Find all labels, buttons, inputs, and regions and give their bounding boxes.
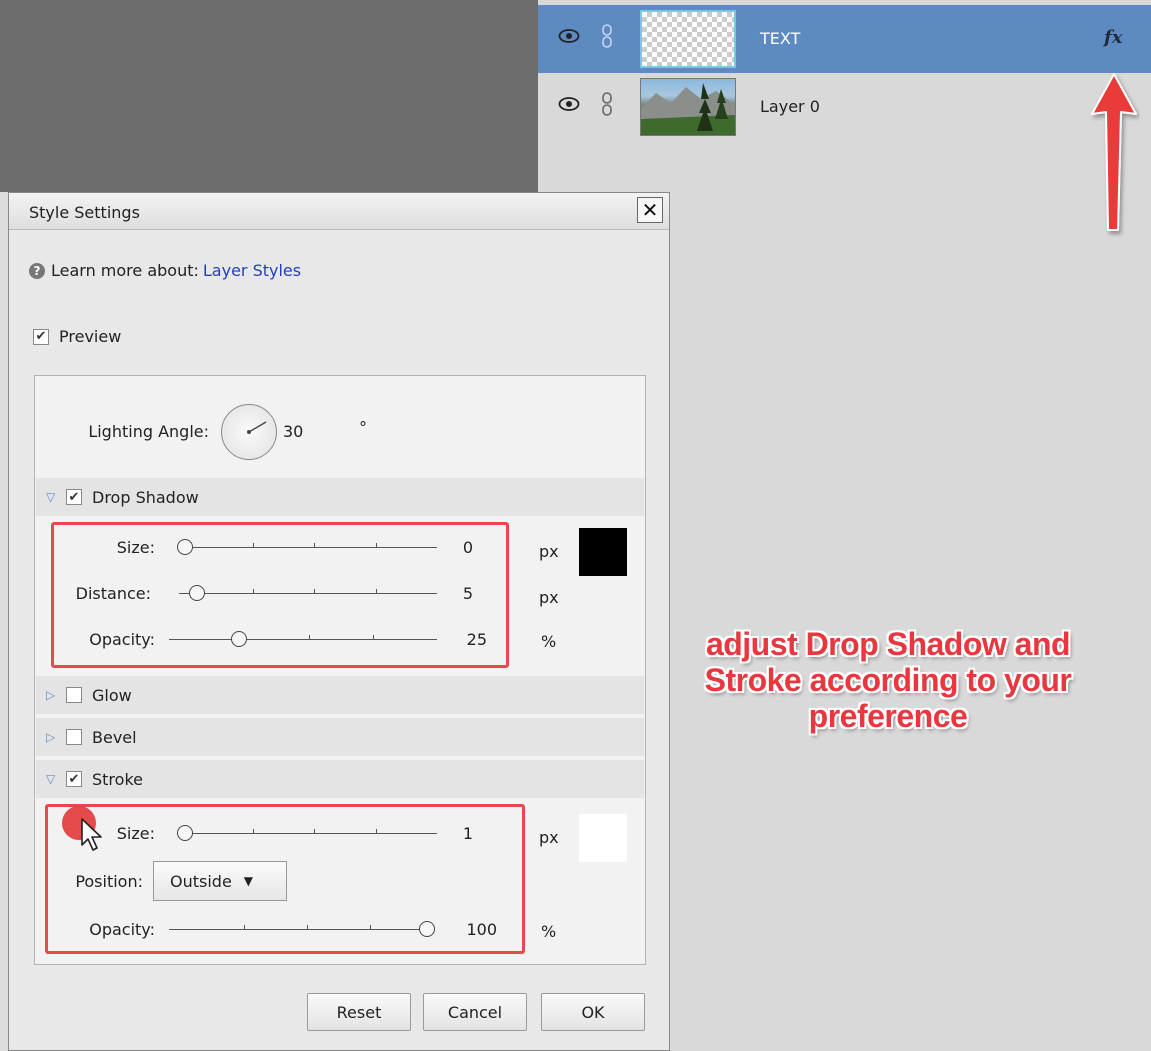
expand-right-icon[interactable]: ▷ — [46, 688, 62, 702]
stroke-position-select[interactable]: Outside ▼ — [153, 861, 287, 901]
layer-name: TEXT — [760, 29, 801, 48]
preview-checkbox[interactable]: ✔ — [33, 328, 49, 345]
drop-shadow-checkbox[interactable]: ✔ — [66, 489, 82, 505]
cancel-button-label: Cancel — [447, 1002, 503, 1022]
lighting-angle-value[interactable]: 30 — [283, 422, 323, 441]
learn-more-row: ? Learn more about: Layer Styles — [29, 261, 301, 280]
fx-icon[interactable]: fx — [1104, 27, 1122, 48]
stroke-opacity-unit: % — [541, 922, 557, 941]
dialog-titlebar[interactable]: Style Settings ✕ — [9, 193, 669, 230]
eye-icon[interactable] — [558, 95, 580, 113]
expand-right-icon[interactable]: ▷ — [46, 730, 62, 744]
drop-shadow-color-swatch[interactable] — [579, 528, 627, 576]
expand-down-icon[interactable]: ▽ — [46, 490, 62, 504]
annotation-arrow-icon — [1091, 73, 1137, 231]
bevel-label: Bevel — [92, 727, 137, 747]
annotation-text: adjust Drop Shadow and Stroke according … — [704, 626, 1072, 734]
dialog-title: Style Settings — [29, 203, 140, 222]
stroke-checkbox[interactable]: ✔ — [66, 771, 82, 787]
preview-row[interactable]: ✔ Preview — [33, 327, 121, 346]
mouse-cursor-icon — [81, 818, 102, 851]
checkmark-icon: ✔ — [68, 771, 80, 787]
ok-button-label: OK — [581, 1002, 605, 1022]
link-icon[interactable] — [600, 91, 614, 117]
bevel-header[interactable]: ▷ Bevel — [36, 718, 644, 756]
glow-checkbox[interactable] — [66, 687, 82, 703]
glow-label: Glow — [92, 685, 132, 705]
chevron-down-icon: ▼ — [243, 874, 254, 888]
layer-thumbnail-photo — [640, 78, 736, 136]
close-icon: ✕ — [641, 198, 659, 222]
stroke-header[interactable]: ▽ ✔ Stroke — [36, 760, 644, 798]
canvas-area — [0, 0, 538, 192]
settings-panel: Lighting Angle: 30 ° ▽ ✔ Drop Shadow Siz… — [34, 375, 646, 965]
lighting-angle-unit: ° — [359, 418, 367, 437]
reset-button[interactable]: Reset — [307, 993, 411, 1031]
close-button[interactable]: ✕ — [637, 197, 663, 223]
layer-row-text[interactable]: TEXT fx — [538, 5, 1151, 73]
checkmark-icon: ✔ — [68, 489, 80, 505]
reset-button-label: Reset — [336, 1002, 382, 1022]
ds-size-unit: px — [539, 542, 559, 561]
lighting-angle-label: Lighting Angle: — [88, 422, 209, 441]
layer-styles-link[interactable]: Layer Styles — [203, 261, 301, 280]
stroke-label: Stroke — [92, 769, 143, 789]
ds-opacity-unit: % — [541, 632, 557, 651]
checkmark-icon: ✔ — [35, 329, 47, 344]
bevel-checkbox[interactable] — [66, 729, 82, 745]
angle-needle-icon — [247, 421, 267, 434]
cancel-button[interactable]: Cancel — [423, 993, 527, 1031]
help-icon: ? — [29, 262, 45, 279]
expand-down-icon[interactable]: ▽ — [46, 772, 62, 786]
ok-button[interactable]: OK — [541, 993, 645, 1031]
learn-more-label: Learn more about: — [51, 261, 199, 280]
preview-label: Preview — [59, 327, 122, 346]
ds-distance-unit: px — [539, 588, 559, 607]
drop-shadow-header[interactable]: ▽ ✔ Drop Shadow — [36, 478, 644, 516]
link-icon[interactable] — [600, 23, 614, 49]
position-select-value: Outside — [170, 871, 232, 891]
landscape-photo-icon — [641, 83, 735, 135]
glow-header[interactable]: ▷ Glow — [36, 676, 644, 714]
stroke-color-swatch[interactable] — [579, 814, 627, 862]
lighting-angle-dial[interactable] — [221, 404, 277, 460]
layer-row-layer-0[interactable]: Layer 0 — [538, 73, 1151, 141]
annotation-highlight-box — [51, 522, 509, 668]
layer-name: Layer 0 — [760, 97, 820, 116]
stroke-size-unit: px — [539, 828, 559, 847]
layer-thumbnail-transparent — [640, 10, 736, 68]
drop-shadow-label: Drop Shadow — [92, 487, 199, 507]
eye-icon[interactable] — [558, 27, 580, 45]
style-settings-dialog: Style Settings ✕ ? Learn more about: Lay… — [8, 192, 670, 1051]
